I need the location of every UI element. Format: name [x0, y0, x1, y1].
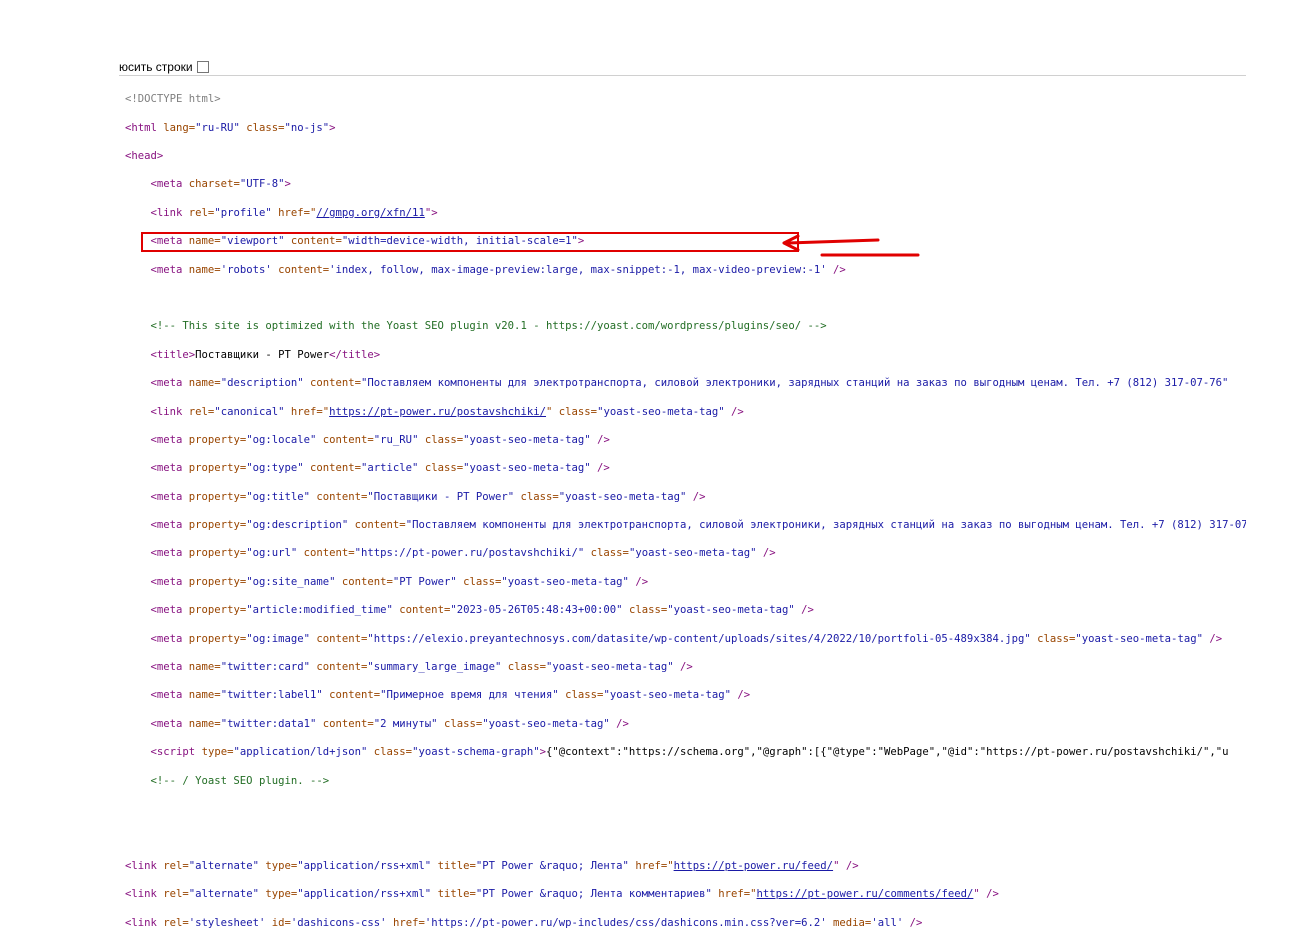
xfn-link[interactable]: //gmpg.org/xfn/11: [316, 207, 424, 219]
source-line: <meta property="og:site_name" content="P…: [150, 575, 649, 588]
source-line: <meta property="og:image" content="https…: [150, 632, 1223, 645]
red-arrow-annotation: [782, 234, 920, 257]
source-line: <meta name='robots' content='index, foll…: [150, 263, 846, 276]
source-line: <!-- This site is optimized with the Yoa…: [150, 320, 827, 333]
source-line: <!-- / Yoast SEO plugin. -->: [150, 774, 330, 787]
source-line: <meta charset="UTF-8">: [150, 178, 291, 191]
source-line: <meta property="og:title" content="Поста…: [150, 490, 706, 503]
source-line: <!DOCTYPE html>: [125, 93, 221, 106]
source-line: <link rel="alternate" type="application/…: [125, 859, 859, 872]
source-line: <meta property="og:locale" content="ru_R…: [150, 433, 610, 446]
canonical-highlight-box: [141, 232, 799, 252]
source-line-empty: [125, 291, 1246, 305]
wrap-lines-checkbox[interactable]: [196, 61, 209, 73]
source-line: <script type="application/ld+json" class…: [150, 746, 1229, 759]
comments-feed-link[interactable]: https://pt-power.ru/comments/feed/: [757, 888, 974, 900]
feed-link[interactable]: https://pt-power.ru/feed/: [674, 860, 833, 872]
source-line: <link rel="alternate" type="application/…: [125, 888, 999, 901]
source-line: <meta property="og:type" content="articl…: [150, 462, 610, 475]
source-line: <meta name="twitter:data1" content="2 ми…: [150, 717, 629, 730]
source-line: <meta property="article:modified_time" c…: [150, 604, 814, 617]
source-line: <meta property="og:description" content=…: [150, 519, 1246, 532]
source-line-empty: [125, 830, 1246, 844]
wrap-lines-label: юсить строки: [119, 60, 193, 74]
source-line-canonical: <link rel="canonical" href="https://pt-p…: [150, 405, 744, 418]
source-line: <title>Поставщики - PT Power</title>: [150, 348, 381, 361]
wrap-lines-toggle[interactable]: юсить строки: [119, 60, 209, 74]
page-source-view: <!DOCTYPE html> <html lang="ru-RU" class…: [125, 78, 1246, 944]
source-line: <meta property="og:url" content="https:/…: [150, 547, 776, 560]
source-line: <head>: [125, 149, 164, 162]
source-line: <meta name="description" content="Постав…: [150, 377, 1229, 390]
source-line: <meta name="twitter:card" content="summa…: [150, 661, 693, 674]
source-line: <meta name="twitter:label1" content="При…: [150, 689, 751, 702]
source-line-empty: [125, 802, 1246, 816]
source-line: <html lang="ru-RU" class="no-js">: [125, 121, 336, 134]
canonical-link[interactable]: https://pt-power.ru/postavshchiki/: [329, 406, 546, 418]
toolbar-divider: [119, 75, 1246, 76]
source-line: <link rel='stylesheet' id='dashicons-css…: [125, 916, 923, 929]
source-line: <link rel="profile" href="//gmpg.org/xfn…: [150, 206, 438, 219]
